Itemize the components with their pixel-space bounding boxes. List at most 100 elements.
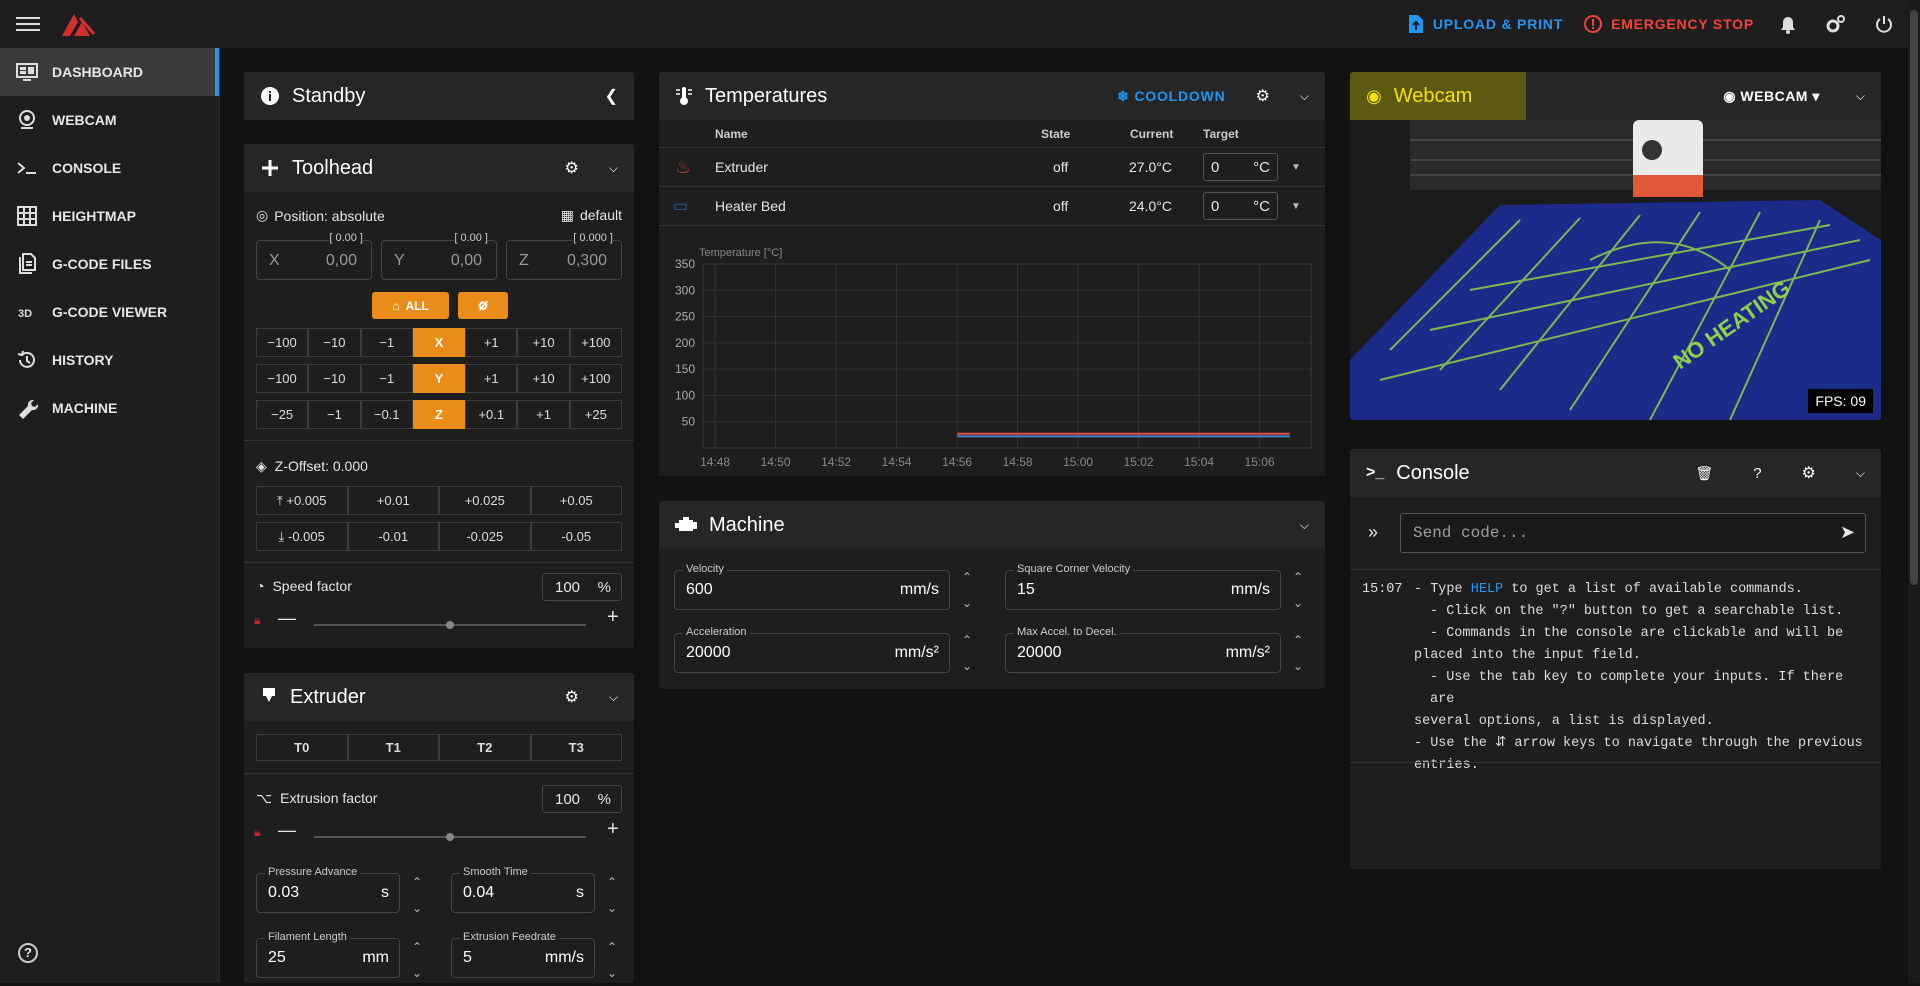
y-position-field[interactable]: [ 0.00 ] Y 0,00 <box>381 232 497 280</box>
extruder-target-input[interactable]: 0 °C <box>1203 153 1278 181</box>
nav-webcam[interactable]: WEBCAM <box>0 96 219 144</box>
pa-stepper[interactable]: ⌃ ⌄ <box>409 869 425 921</box>
chevron-double-right-icon[interactable]: » <box>1368 522 1378 543</box>
extrusion-factor-input[interactable]: 100 % <box>542 785 622 813</box>
filament-length-field[interactable]: Filament Length 25 mm <box>256 931 400 978</box>
help-icon[interactable]: ? <box>18 943 38 963</box>
temperatures-collapse-icon[interactable]: ⌵ <box>1300 89 1309 104</box>
acceleration-field[interactable]: Acceleration 20000 mm/s² <box>674 626 950 673</box>
velocity-field[interactable]: Velocity 600 mm/s <box>674 563 950 610</box>
home-all-button[interactable]: ⌂ ALL <box>372 292 449 319</box>
extruder-collapse-icon[interactable]: ⌵ <box>609 690 618 705</box>
toolhead-collapse-icon[interactable]: ⌵ <box>609 161 618 176</box>
z-minus-0-1[interactable]: −0.1 <box>360 400 413 429</box>
nav-heightmap[interactable]: HEIGHTMAP <box>0 192 219 240</box>
nav-gcode-files[interactable]: G-CODE FILES <box>0 240 219 288</box>
x-plus-10[interactable]: +10 <box>517 328 570 357</box>
upload-print-button[interactable]: UPLOAD & PRINT <box>1397 0 1573 48</box>
bed-target-input[interactable]: 0 °C <box>1203 192 1278 220</box>
app-logo[interactable] <box>60 10 96 38</box>
y-minus-100[interactable]: −100 <box>256 364 309 393</box>
zoffset-down-0-005[interactable]: ⤓ -0.005 <box>256 522 348 551</box>
console-help-icon[interactable]: ? <box>1753 465 1761 482</box>
x-plus-100[interactable]: +100 <box>569 328 622 357</box>
webcam-selector[interactable]: ◉ WEBCAM ▾ <box>1723 88 1820 105</box>
nav-history[interactable]: HISTORY <box>0 336 219 384</box>
notifications-bell-icon[interactable] <box>1764 0 1812 48</box>
z-plus-0-1[interactable]: +0.1 <box>465 400 518 429</box>
square-corner-velocity-field[interactable]: Square Corner Velocity 15 mm/s <box>1005 563 1281 610</box>
nav-gcode-viewer[interactable]: 3D G-CODE VIEWER <box>0 288 219 336</box>
accel-to-decel-stepper[interactable]: ⌃ ⌄ <box>1290 627 1306 679</box>
x-minus-10[interactable]: −10 <box>308 328 361 357</box>
speed-slider[interactable] <box>314 621 586 629</box>
console-collapse-icon[interactable]: ⌵ <box>1856 466 1865 481</box>
webcam-stream[interactable]: NO HEATING FPS: 09 <box>1350 120 1881 420</box>
tool-t2[interactable]: T2 <box>439 734 531 761</box>
lock-icon[interactable]: 🔒︎ <box>254 613 260 628</box>
y-plus-1[interactable]: +1 <box>465 364 518 393</box>
help-command-link[interactable]: HELP <box>1471 582 1503 597</box>
x-plus-1[interactable]: +1 <box>465 328 518 357</box>
extruder-settings-icon[interactable]: ⚙ <box>565 687 579 707</box>
zoffset-down-0-05[interactable]: -0.05 <box>530 522 622 551</box>
profile-selector[interactable]: ▦ default <box>561 207 622 224</box>
collapse-left-icon[interactable]: ❮ <box>605 86 618 106</box>
zoffset-up-0-025[interactable]: +0.025 <box>439 486 531 515</box>
zoffset-up-0-005[interactable]: ⤒ +0.005 <box>256 486 348 515</box>
zoffset-down-0-025[interactable]: -0.025 <box>439 522 531 551</box>
extrusion-plus-icon[interactable]: + <box>607 818 619 841</box>
accel-to-decel-field[interactable]: Max Accel. to Decel. 20000 mm/s² <box>1005 626 1281 673</box>
temperatures-settings-icon[interactable]: ⚙ <box>1256 86 1270 106</box>
home-z-button[interactable]: Z <box>412 400 466 429</box>
z-minus-1[interactable]: −1 <box>308 400 361 429</box>
nav-machine[interactable]: MACHINE <box>0 384 219 432</box>
zoffset-up-0-01[interactable]: +0.01 <box>347 486 439 515</box>
st-stepper[interactable]: ⌃ ⌄ <box>604 869 620 921</box>
send-icon[interactable]: ➤ <box>1840 522 1855 543</box>
cooldown-button[interactable]: ❄ COOLDOWN <box>1117 88 1225 105</box>
y-plus-10[interactable]: +10 <box>517 364 570 393</box>
z-plus-1[interactable]: +1 <box>517 400 570 429</box>
page-scrollbar[interactable] <box>1908 0 1920 983</box>
smooth-time-field[interactable]: Smooth Time 0.04 s <box>451 866 595 913</box>
zoffset-down-0-01[interactable]: -0.01 <box>347 522 439 551</box>
speed-plus-icon[interactable]: + <box>607 606 619 629</box>
motors-off-button[interactable]: ⚙̸ <box>458 292 508 319</box>
extrusion-slider[interactable] <box>314 833 586 841</box>
nav-dashboard[interactable]: DASHBOARD <box>0 48 219 96</box>
acceleration-stepper[interactable]: ⌃ ⌄ <box>959 627 975 679</box>
console-input[interactable]: Send code... ➤ <box>1400 513 1866 553</box>
tool-t3[interactable]: T3 <box>530 734 622 761</box>
power-icon[interactable] <box>1860 0 1908 48</box>
machine-collapse-icon[interactable]: ⌵ <box>1300 518 1309 533</box>
temperature-chart[interactable]: Temperature [°C] 50 100 150 200 250 300 350 14:4… <box>659 236 1325 476</box>
tool-t0[interactable]: T0 <box>256 734 348 761</box>
home-x-button[interactable]: X <box>412 328 466 357</box>
slider-thumb[interactable] <box>446 621 454 629</box>
y-minus-1[interactable]: −1 <box>360 364 413 393</box>
settings-cogs-icon[interactable] <box>1812 0 1860 48</box>
presets-dropdown-icon[interactable]: ▼ <box>1291 162 1301 173</box>
nav-console[interactable]: CONSOLE <box>0 144 219 192</box>
extrusion-minus-icon[interactable]: — <box>278 820 296 841</box>
scv-stepper[interactable]: ⌃ ⌄ <box>1290 564 1306 616</box>
extrusion-feedrate-field[interactable]: Extrusion Feedrate 5 mm/s <box>451 931 595 978</box>
velocity-stepper[interactable]: ⌃ ⌄ <box>959 564 975 616</box>
menu-icon[interactable] <box>16 14 40 34</box>
y-plus-100[interactable]: +100 <box>569 364 622 393</box>
z-minus-25[interactable]: −25 <box>256 400 309 429</box>
speed-minus-icon[interactable]: — <box>278 608 296 629</box>
x-position-field[interactable]: [ 0.00 ] X 0,00 <box>256 232 372 280</box>
lock-icon[interactable]: 🔒︎ <box>254 825 260 840</box>
clear-console-icon[interactable]: 🗑︎ <box>1695 465 1713 482</box>
x-minus-100[interactable]: −100 <box>256 328 309 357</box>
fl-stepper[interactable]: ⌃ ⌄ <box>409 934 425 986</box>
zoffset-up-0-05[interactable]: +0.05 <box>530 486 622 515</box>
ef-stepper[interactable]: ⌃ ⌄ <box>604 934 620 986</box>
slider-thumb[interactable] <box>446 833 454 841</box>
emergency-stop-button[interactable]: EMERGENCY STOP <box>1573 0 1764 48</box>
z-plus-25[interactable]: +25 <box>569 400 622 429</box>
home-y-button[interactable]: Y <box>412 364 466 393</box>
presets-dropdown-icon[interactable]: ▼ <box>1291 201 1301 212</box>
